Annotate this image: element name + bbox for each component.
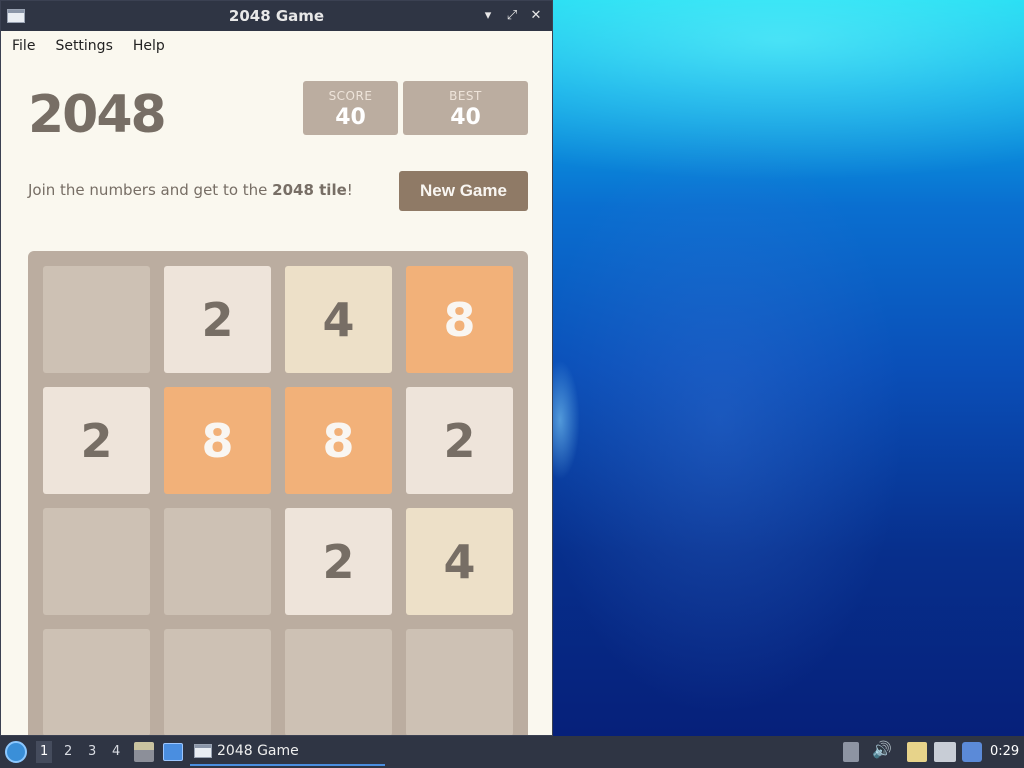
volume-icon[interactable]: 🔊 xyxy=(872,740,892,760)
taskbar: 1 2 3 4 2048 Game 🔊 0:29 xyxy=(0,736,1024,768)
tile: 8 xyxy=(406,266,513,373)
file-manager-icon[interactable] xyxy=(134,742,154,762)
score-box: SCORE 40 xyxy=(303,81,398,135)
tile: 2 xyxy=(43,387,150,494)
empty-cell xyxy=(285,629,392,735)
intro-prefix: Join the numbers and get to the xyxy=(28,181,273,199)
empty-cell xyxy=(43,629,150,735)
close-icon[interactable]: ✕ xyxy=(528,6,544,24)
game-window[interactable]: 2048 Game ▾ ⤢ ✕ File Settings Help 2048 … xyxy=(0,0,553,736)
window-titlebar[interactable]: 2048 Game ▾ ⤢ ✕ xyxy=(1,1,552,31)
task-label: 2048 Game xyxy=(217,743,299,759)
workspace-3[interactable]: 3 xyxy=(88,744,96,759)
game-board[interactable]: 248288224 xyxy=(28,251,528,735)
maximize-icon[interactable]: ⤢ xyxy=(504,6,520,24)
empty-cell xyxy=(164,629,271,735)
best-box: BEST 40 xyxy=(403,81,528,135)
tile: 4 xyxy=(406,508,513,615)
best-value: 40 xyxy=(450,105,481,130)
tile: 8 xyxy=(285,387,392,494)
window-title: 2048 Game xyxy=(228,7,325,25)
notification-icon[interactable] xyxy=(962,742,982,762)
intro-suffix: ! xyxy=(346,181,353,199)
workspace-2[interactable]: 2 xyxy=(64,744,72,759)
tile: 8 xyxy=(164,387,271,494)
clock[interactable]: 0:29 xyxy=(990,744,1019,759)
tile: 4 xyxy=(285,266,392,373)
menubar: File Settings Help xyxy=(1,31,552,61)
eject-icon[interactable] xyxy=(843,742,859,762)
tile: 2 xyxy=(406,387,513,494)
clipboard-icon[interactable] xyxy=(907,742,927,762)
menu-file[interactable]: File xyxy=(12,38,35,54)
empty-cell xyxy=(406,629,513,735)
workspace-1[interactable]: 1 xyxy=(36,741,53,763)
tile: 2 xyxy=(285,508,392,615)
empty-cell xyxy=(43,266,150,373)
intro-text: Join the numbers and get to the 2048 til… xyxy=(28,181,353,199)
task-app-icon xyxy=(194,744,212,758)
network-icon[interactable] xyxy=(934,742,956,762)
menu-settings[interactable]: Settings xyxy=(55,38,112,54)
intro-bold: 2048 tile xyxy=(272,181,347,199)
empty-cell xyxy=(43,508,150,615)
empty-cell xyxy=(164,508,271,615)
tile: 2 xyxy=(164,266,271,373)
show-desktop-icon[interactable] xyxy=(163,743,183,761)
menu-help[interactable]: Help xyxy=(133,38,165,54)
minimize-icon[interactable]: ▾ xyxy=(480,6,496,24)
window-controls: ▾ ⤢ ✕ xyxy=(480,6,544,24)
start-menu-icon[interactable] xyxy=(5,741,27,763)
score-label: SCORE xyxy=(328,89,373,103)
taskbar-task-2048[interactable]: 2048 Game xyxy=(190,738,385,766)
game-title: 2048 xyxy=(28,85,167,145)
new-game-button[interactable]: New Game xyxy=(399,171,528,211)
workspace-4[interactable]: 4 xyxy=(112,744,120,759)
best-label: BEST xyxy=(449,89,482,103)
score-value: 40 xyxy=(335,105,366,130)
